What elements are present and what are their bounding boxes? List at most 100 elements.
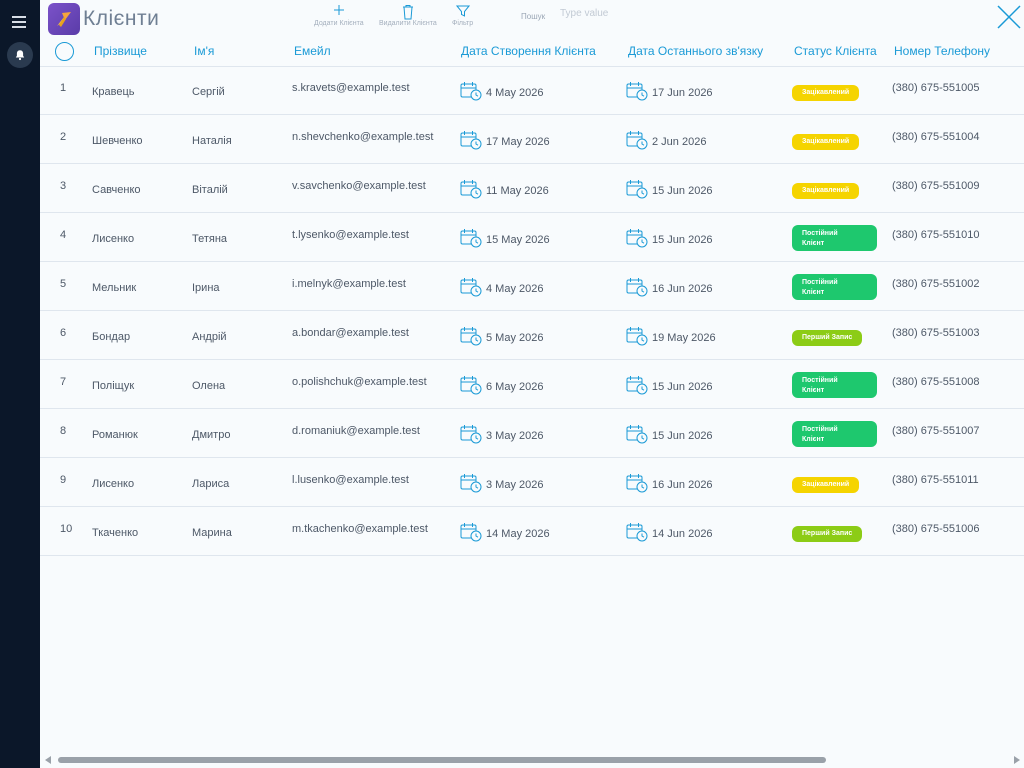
status-badge[interactable]: Перший Запис <box>792 330 863 346</box>
last-name-cell: Романюк <box>92 429 138 441</box>
last-name-cell: Бондар <box>92 331 131 343</box>
calendar-clock-icon <box>626 326 652 349</box>
last-name-cell: Лисенко <box>92 233 135 245</box>
client-table: 1 Кравець Сергій s.kravets@example.test 4 Ma… <box>40 66 1024 556</box>
status-badge-line1: Зацікавлений <box>802 187 850 194</box>
column-header-last-name[interactable]: Прізвище <box>94 44 147 58</box>
row-number: 6 <box>60 327 67 339</box>
email-cell: s.kravets@example.test <box>292 82 410 94</box>
search-label: Пошук <box>521 12 546 21</box>
status-badge-line1: Зацікавлений <box>802 89 850 96</box>
phone-cell: (380) 675-551009 <box>892 180 980 192</box>
column-header-last-contact[interactable]: Дата Останнього зв'язку <box>628 44 763 58</box>
calendar-clock-icon <box>626 473 652 496</box>
last-contact-cell: 16 Jun 2026 <box>626 473 713 496</box>
phone-cell: (380) 675-551011 <box>892 474 979 486</box>
filter-button[interactable]: Фільтр <box>452 4 473 27</box>
status-badge[interactable]: Постійний Клієнт <box>792 225 877 251</box>
column-header-first-name[interactable]: Ім'я <box>194 44 214 58</box>
created-date-text: 4 May 2026 <box>486 86 544 99</box>
search-input[interactable] <box>558 4 682 22</box>
last-name-cell: Ткаченко <box>92 527 139 539</box>
calendar-clock-icon <box>626 81 652 104</box>
table-row[interactable]: 6 Бондар Андрій a.bondar@example.test 5 May … <box>40 311 1024 360</box>
table-row[interactable]: 9 Лисенко Лариса l.lusenko@example.test 3 Ma… <box>40 458 1024 507</box>
table-row[interactable]: 5 Мельник Ірина i.melnyk@example.test 4 May … <box>40 262 1024 311</box>
first-name-cell: Віталій <box>192 184 228 196</box>
calendar-clock-icon <box>460 424 486 447</box>
status-badge[interactable]: Постійний Клієнт <box>792 372 877 398</box>
column-header-phone[interactable]: Номер Телефону <box>894 44 990 58</box>
delete-client-button[interactable]: Видалити Клієнта <box>379 4 437 27</box>
created-date-text: 4 May 2026 <box>486 282 544 295</box>
first-name-cell: Дмитро <box>192 429 231 441</box>
created-date-text: 15 May 2026 <box>486 233 550 246</box>
phone-cell: (380) 675-551002 <box>892 278 980 290</box>
created-date-cell: 6 May 2026 <box>460 375 543 398</box>
status-badge-line2: Клієнт <box>802 436 825 443</box>
status-badge-line2: Клієнт <box>802 240 825 247</box>
status-badge[interactable]: Постійний Клієнт <box>792 421 877 447</box>
phone-cell: (380) 675-551008 <box>892 376 980 388</box>
row-number: 7 <box>60 376 67 388</box>
column-header-created-date[interactable]: Дата Створення Клієнта <box>461 44 596 58</box>
last-contact-text: 14 Jun 2026 <box>652 527 713 540</box>
last-contact-cell: 16 Jun 2026 <box>626 277 713 300</box>
last-contact-text: 17 Jun 2026 <box>652 86 713 99</box>
status-badge[interactable]: Зацікавлений <box>792 85 860 101</box>
scrollbar-thumb[interactable] <box>58 757 826 763</box>
email-cell: l.lusenko@example.test <box>292 474 409 486</box>
calendar-clock-icon <box>460 81 486 104</box>
created-date-text: 5 May 2026 <box>486 331 544 344</box>
status-badge[interactable]: Зацікавлений <box>792 183 860 199</box>
sidebar <box>0 0 40 768</box>
last-name-cell: Лисенко <box>92 478 135 490</box>
status-badge-line1: Постійний <box>802 426 838 433</box>
delete-client-label: Видалити Клієнта <box>379 20 437 27</box>
table-row[interactable]: 10 Ткаченко Марина m.tkachenko@example.test… <box>40 507 1024 556</box>
scroll-left-arrow-icon[interactable] <box>45 756 51 764</box>
hamburger-icon[interactable] <box>12 16 26 28</box>
select-all-checkbox[interactable] <box>55 42 74 61</box>
table-row[interactable]: 8 Романюк Дмитро d.romaniuk@example.test 3 M… <box>40 409 1024 458</box>
table-row[interactable]: 3 Савченко Віталій v.savchenko@example.test… <box>40 164 1024 213</box>
status-badge-line1: Перший Запис <box>802 530 853 537</box>
created-date-text: 14 May 2026 <box>486 527 550 540</box>
scroll-right-arrow-icon[interactable] <box>1014 756 1020 764</box>
last-contact-text: 19 May 2026 <box>652 331 716 344</box>
last-contact-text: 15 Jun 2026 <box>652 184 713 197</box>
phone-cell: (380) 675-551004 <box>892 131 980 143</box>
calendar-clock-icon <box>626 424 652 447</box>
status-badge-line1: Зацікавлений <box>802 481 850 488</box>
filter-label: Фільтр <box>452 20 474 27</box>
created-date-text: 6 May 2026 <box>486 380 544 393</box>
calendar-clock-icon <box>626 522 652 545</box>
status-badge[interactable]: Перший Запис <box>792 526 863 542</box>
status-badge[interactable]: Постійний Клієнт <box>792 274 877 300</box>
column-header-status[interactable]: Статус Клієнта <box>794 44 877 58</box>
close-icon[interactable] <box>995 3 1023 31</box>
table-row[interactable]: 4 Лисенко Тетяна t.lysenko@example.test 15 M… <box>40 213 1024 262</box>
row-number: 4 <box>60 229 67 241</box>
created-date-cell: 3 May 2026 <box>460 424 543 447</box>
status-badge[interactable]: Зацікавлений <box>792 134 860 150</box>
add-client-button[interactable]: Додати Клієнта <box>314 4 364 27</box>
first-name-cell: Наталія <box>192 135 232 147</box>
table-row[interactable]: 1 Кравець Сергій s.kravets@example.test 4 Ma… <box>40 66 1024 115</box>
row-number: 3 <box>60 180 67 192</box>
calendar-clock-icon <box>626 228 652 251</box>
table-row[interactable]: 2 Шевченко Наталія n.shevchenko@example.tes… <box>40 115 1024 164</box>
email-cell: n.shevchenko@example.test <box>292 131 434 143</box>
last-name-cell: Савченко <box>92 184 141 196</box>
bell-icon[interactable] <box>7 42 33 68</box>
calendar-clock-icon <box>460 228 486 251</box>
row-number: 1 <box>60 82 67 94</box>
email-cell: a.bondar@example.test <box>292 327 409 339</box>
table-row[interactable]: 7 Поліщук Олена o.polishchuk@example.test 6 … <box>40 360 1024 409</box>
created-date-cell: 17 May 2026 <box>460 130 550 153</box>
column-header-email[interactable]: Емейл <box>294 44 331 58</box>
email-cell: o.polishchuk@example.test <box>292 376 427 388</box>
status-badge[interactable]: Зацікавлений <box>792 477 860 493</box>
phone-cell: (380) 675-551005 <box>892 82 980 94</box>
plus-icon <box>314 4 364 18</box>
